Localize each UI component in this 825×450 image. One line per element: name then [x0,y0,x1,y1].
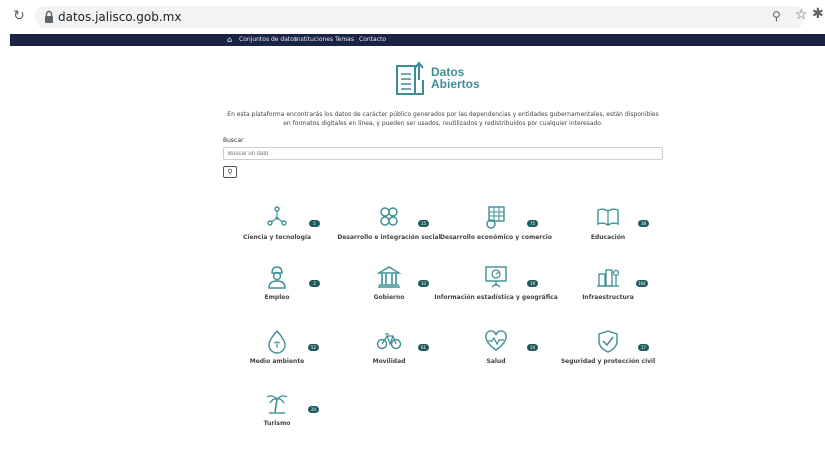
nav-contacto[interactable]: Contacto [359,34,386,46]
category-count-badge: 75 [527,220,538,227]
intro-description: En esta plataforma encontrarás los datos… [227,111,659,127]
community-icon [376,204,402,230]
category-name: Seguridad y protección civil [560,358,656,365]
top-navigation: ⌂ Conjuntos de datos Instituciones Temas… [10,34,825,46]
category-seguridad-proteccion-civil[interactable]: 17 Seguridad y protección civil [538,328,678,388]
nav-temas[interactable]: Temas [335,34,354,46]
category-name: Educación [590,234,626,241]
government-building-icon [376,264,402,290]
nav-conjuntos-de-datos[interactable]: Conjuntos de datos [239,34,297,46]
category-count-badge: 164 [636,280,648,287]
book-icon [595,204,621,230]
shield-check-icon [595,328,621,354]
logo-line2: Abiertos [431,77,480,91]
category-count-badge: 38 [638,220,649,227]
category-count-badge: 52 [308,344,319,351]
commerce-icon [483,204,509,230]
category-name: Turismo [263,420,291,427]
molecule-icon [264,204,290,230]
address-bar[interactable]: datos.jalisco.gob.mx ⚲ ☆ [35,6,808,28]
category-educacion[interactable]: 38 Educación [538,204,678,264]
datos-abiertos-logo[interactable]: Datos Abiertos [393,58,513,98]
palm-tree-icon [264,390,290,416]
category-count-badge: 20 [308,406,319,413]
bookmark-star-icon[interactable]: ☆ [795,7,808,23]
lock-icon [45,10,53,23]
worker-icon [264,264,290,290]
presentation-icon [483,264,509,290]
home-icon[interactable]: ⌂ [227,34,232,46]
url-text: datos.jalisco.gob.mx [58,10,182,24]
category-name: Infraestructura [582,294,634,301]
drop-icon [264,328,290,354]
reload-icon[interactable]: ↻ [10,7,28,25]
zoom-icon[interactable]: ⚲ [772,9,781,23]
heart-pulse-icon [483,328,509,354]
city-icon [595,264,621,290]
category-count-badge: 17 [638,344,649,351]
search-icon: ⚲ [227,168,233,176]
document-upload-icon [396,61,424,95]
search-input[interactable] [223,147,663,160]
browser-toolbar: ↻ datos.jalisco.gob.mx ⚲ ☆ ✱ [0,0,825,33]
search-label: Buscar [223,137,244,144]
category-count-badge: 19 [527,280,538,287]
category-turismo[interactable]: 20 Turismo [207,390,347,450]
nav-instituciones[interactable]: Instituciones [295,34,333,46]
search-button[interactable]: ⚲ [223,166,237,178]
bicycle-icon [376,328,402,354]
category-infraestructura[interactable]: 164 Infraestructura [538,264,678,324]
category-count-badge: 14 [527,344,538,351]
extensions-icon[interactable]: ✱ [812,6,824,22]
